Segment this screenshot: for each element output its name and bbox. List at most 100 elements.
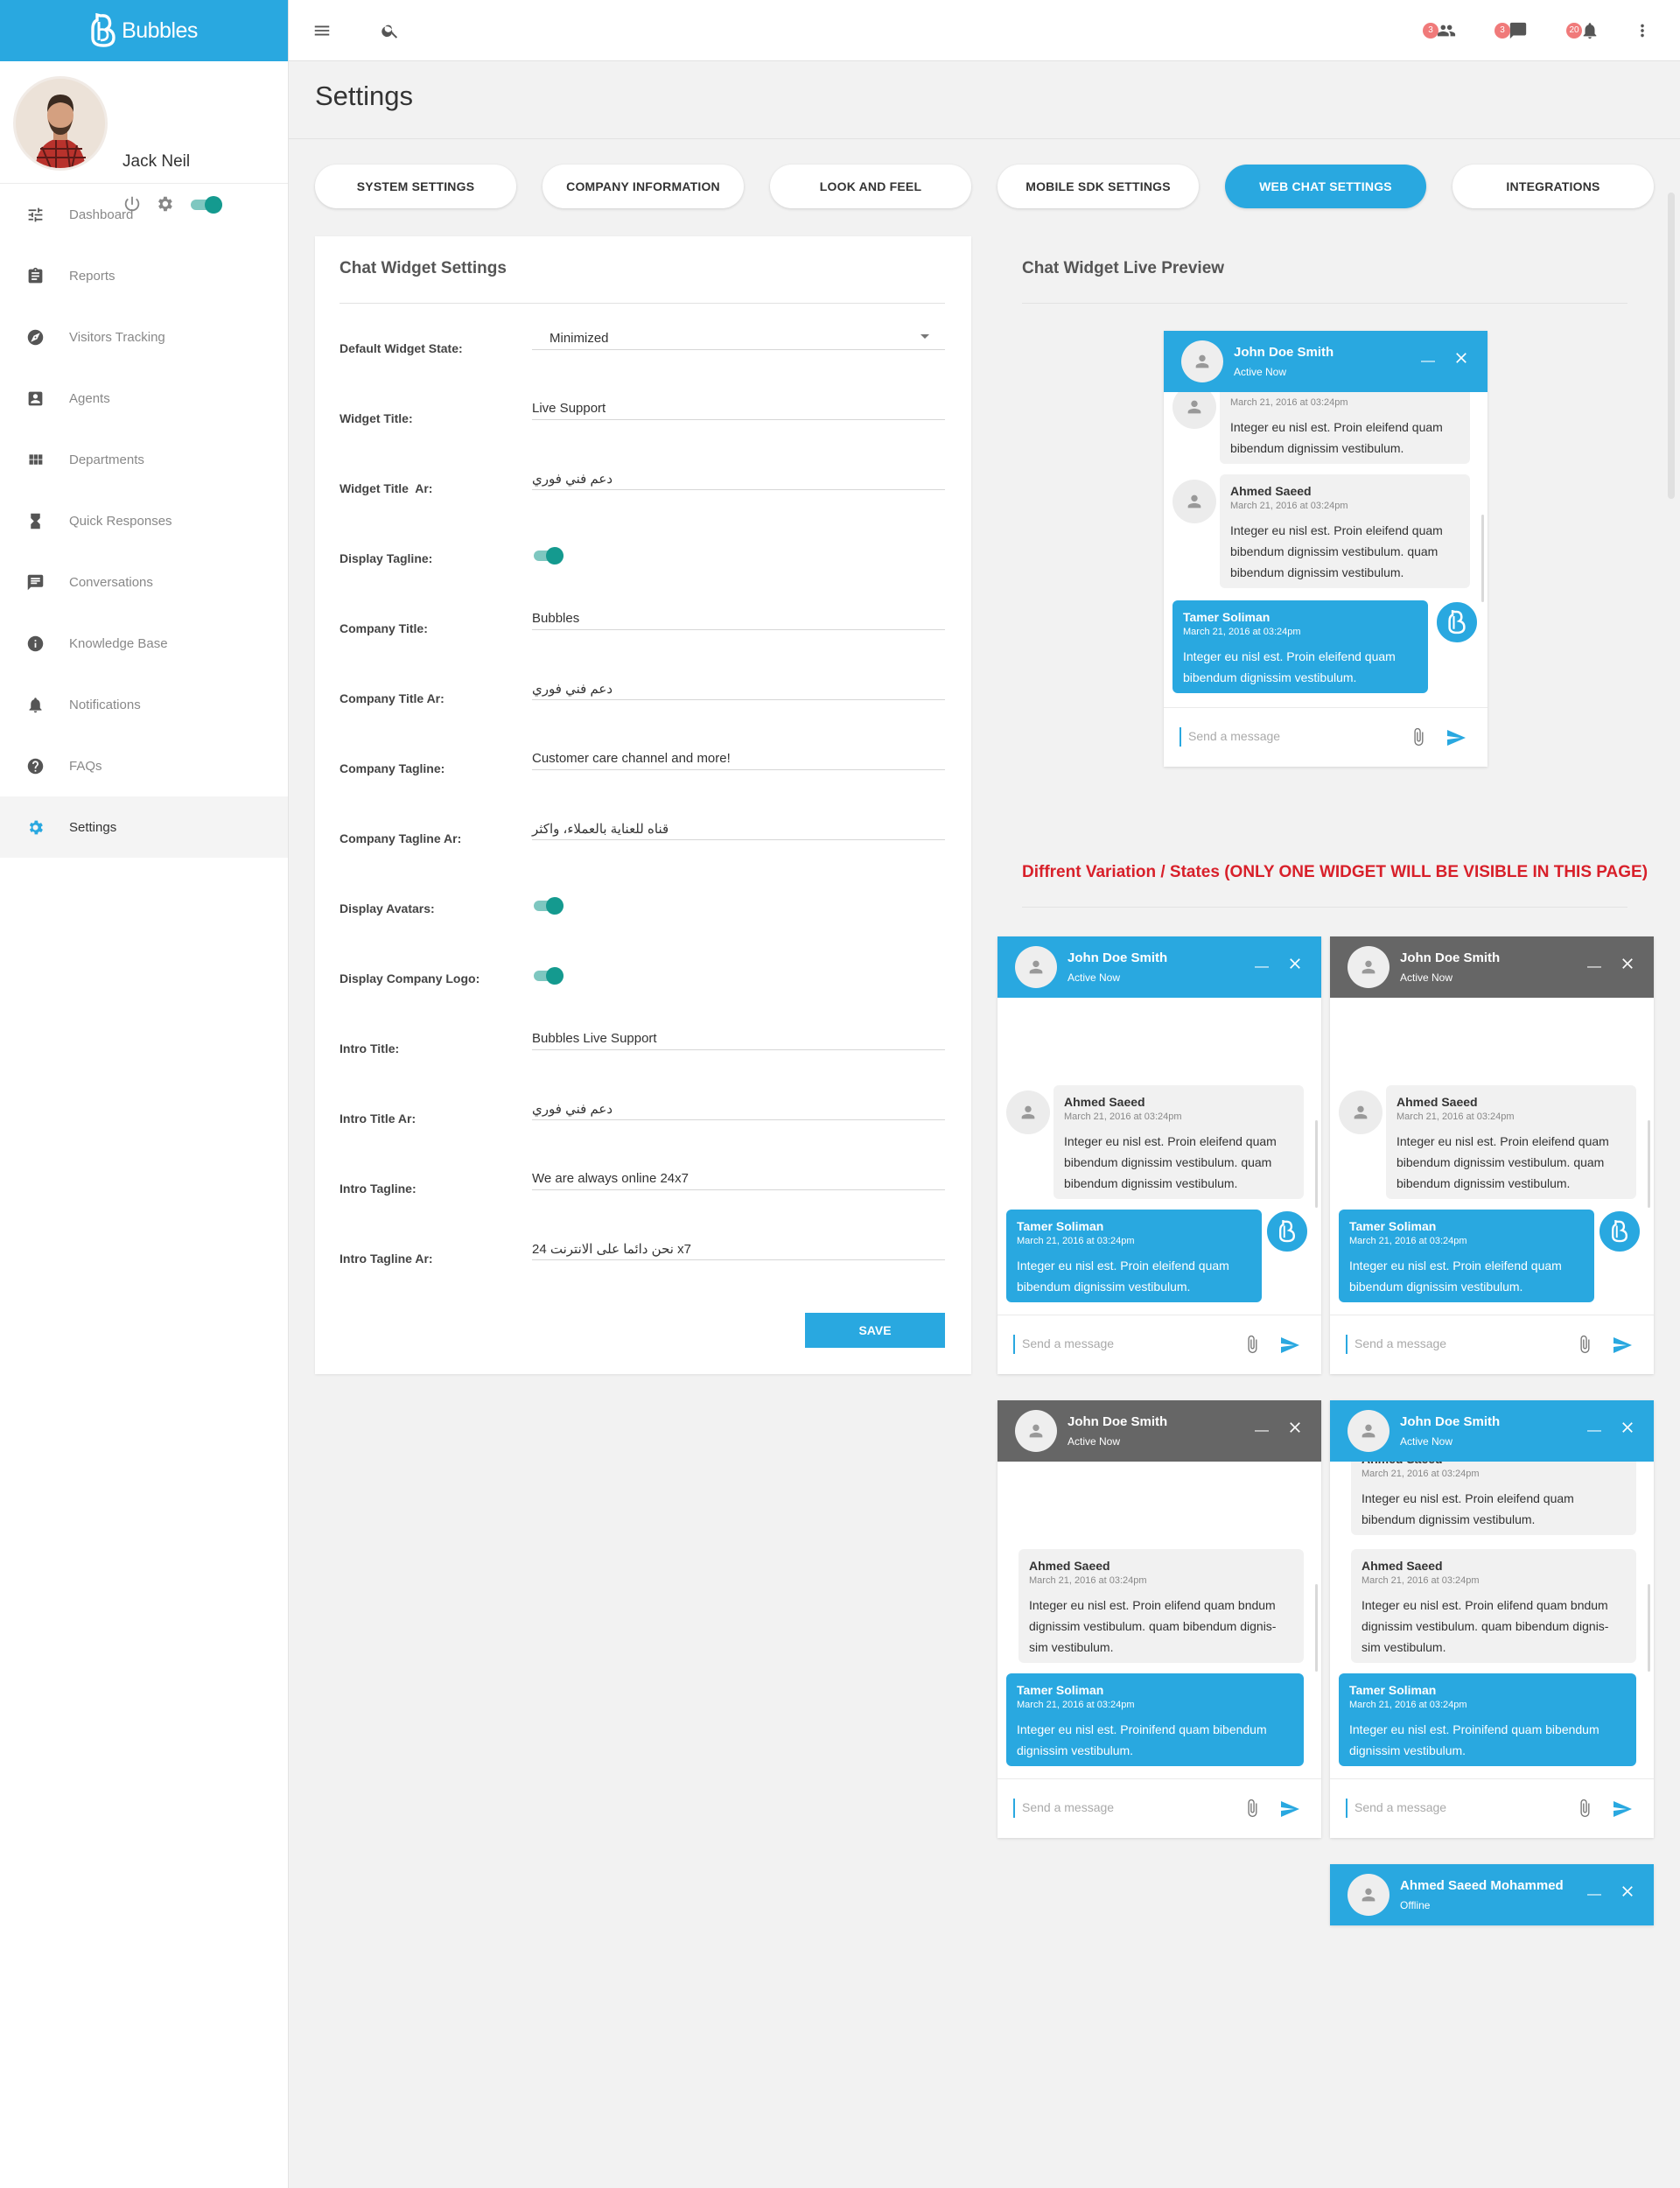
avatar[interactable]: [16, 79, 105, 168]
user-name: Jack Neil: [122, 152, 191, 171]
message-date: March 21, 2016 at 03:24pm: [1230, 397, 1348, 408]
chat-widget-settings-form: Chat Widget Settings Default Widget Stat…: [315, 236, 971, 1374]
form-title: Chat Widget Settings: [340, 259, 507, 277]
text-caret: [1180, 727, 1181, 747]
agent-status: Active Now: [1068, 1435, 1121, 1448]
message-input[interactable]: Send a message: [1022, 1336, 1114, 1350]
sidebar-item-agents[interactable]: Agents: [0, 368, 288, 429]
intro-tagline-row: Intro Tagline: We are always online 24x7: [340, 1155, 945, 1208]
message-list: Ahmed Saeed March 21, 2016 at 03:24pm Inte…: [1330, 998, 1654, 1315]
message-input[interactable]: Send a message: [1188, 729, 1280, 743]
sidebar: Bubbles Jack Neil Dashboard Reports Visi…: [0, 0, 289, 2188]
minimize-button[interactable]: —: [1255, 1421, 1269, 1441]
sidebar-item-reports[interactable]: Reports: [0, 245, 288, 306]
send-icon[interactable]: [1612, 1799, 1633, 1820]
attach-icon[interactable]: [1575, 1799, 1594, 1818]
tab-system-settings[interactable]: SYSTEM SETTINGS: [315, 165, 516, 208]
send-icon[interactable]: [1612, 1335, 1633, 1356]
scrollbar[interactable]: [1481, 515, 1484, 602]
message-bubble: Ahmed Saeed March 21, 2016 at 03:24pm Inte…: [1386, 1085, 1636, 1199]
close-icon[interactable]: [1286, 1419, 1304, 1436]
display-tagline-row: Display Tagline:: [340, 525, 945, 578]
minimize-button[interactable]: —: [1421, 352, 1435, 371]
field-label: Widget Title Ar:: [340, 481, 433, 495]
default-widget-state-select[interactable]: Minimized: [532, 315, 945, 350]
message-composer: Send a message: [1164, 707, 1488, 767]
minimize-button[interactable]: —: [1587, 1885, 1601, 1904]
messages-button[interactable]: 3: [1494, 21, 1527, 40]
save-button[interactable]: SAVE: [805, 1313, 945, 1348]
close-icon[interactable]: [1286, 955, 1304, 972]
send-icon[interactable]: [1279, 1799, 1300, 1820]
tab-mobile-sdk-settings[interactable]: MOBILE SDK SETTINGS: [998, 165, 1199, 208]
attach-icon[interactable]: [1575, 1335, 1594, 1354]
message-bubble-own: Tamer Soliman March 21, 2016 at 03:24pm In…: [1339, 1673, 1636, 1766]
scrollbar[interactable]: [1315, 1584, 1318, 1672]
menu-icon[interactable]: [312, 21, 332, 40]
intro-title-input[interactable]: Bubbles Live Support: [532, 1015, 945, 1050]
widget-title-ar-input[interactable]: دعم فني فوري: [532, 455, 945, 490]
sidebar-item-visitors-tracking[interactable]: Visitors Tracking: [0, 306, 288, 368]
scrollbar[interactable]: [1648, 1120, 1650, 1208]
minimize-button[interactable]: —: [1255, 957, 1269, 977]
close-icon[interactable]: [1619, 1419, 1636, 1436]
widget-title-input[interactable]: Live Support: [532, 385, 945, 420]
intro-tagline-ar-input[interactable]: 24 نحن دائما على الانترنت x7: [532, 1225, 945, 1260]
message-input[interactable]: Send a message: [1354, 1336, 1446, 1350]
sidebar-item-settings[interactable]: Settings: [0, 796, 288, 858]
sidebar-item-quick-responses[interactable]: Quick Responses: [0, 490, 288, 551]
search-icon[interactable]: [381, 21, 400, 40]
attach-icon[interactable]: [1242, 1799, 1262, 1818]
message-date: March 21, 2016 at 03:24pm: [1064, 1112, 1182, 1122]
scrollbar[interactable]: [1315, 1120, 1318, 1208]
bubbles-logo-icon: [1278, 1220, 1296, 1243]
message-date: March 21, 2016 at 03:24pm: [1029, 1575, 1147, 1586]
display-company-logo-toggle[interactable]: [534, 965, 565, 985]
notifications-button[interactable]: 20: [1566, 21, 1597, 40]
close-icon[interactable]: [1619, 1883, 1636, 1900]
brand-logo[interactable]: Bubbles: [0, 0, 288, 61]
agent-name: Ahmed Saeed Mohammed: [1400, 1878, 1564, 1893]
send-icon[interactable]: [1279, 1335, 1300, 1356]
message-input[interactable]: Send a message: [1354, 1800, 1446, 1814]
company-title-input[interactable]: Bubbles: [532, 595, 945, 630]
sidebar-item-conversations[interactable]: Conversations: [0, 551, 288, 613]
visitors-button[interactable]: 3: [1423, 21, 1456, 40]
power-icon[interactable]: [122, 194, 142, 214]
close-icon[interactable]: [1619, 955, 1636, 972]
tab-company-information[interactable]: COMPANY INFORMATION: [542, 165, 744, 208]
widget-header: John Doe Smith Active Now —: [1164, 331, 1488, 392]
attach-icon[interactable]: [1409, 727, 1428, 747]
tab-web-chat-settings[interactable]: WEB CHAT SETTINGS: [1225, 165, 1426, 208]
tab-look-and-feel[interactable]: LOOK AND FEEL: [770, 165, 971, 208]
message-input[interactable]: Send a message: [1022, 1800, 1114, 1814]
scrollbar[interactable]: [1648, 1584, 1650, 1672]
tab-integrations[interactable]: INTEGRATIONS: [1452, 165, 1654, 208]
send-icon[interactable]: [1446, 727, 1466, 748]
intro-title-ar-input[interactable]: دعم فني فوري: [532, 1085, 945, 1120]
minimize-button[interactable]: —: [1587, 1421, 1601, 1441]
sidebar-item-faqs[interactable]: FAQs: [0, 735, 288, 796]
sidebar-item-dashboard[interactable]: Dashboard: [0, 184, 288, 245]
page-scrollbar[interactable]: [1668, 193, 1675, 499]
gear-icon[interactable]: [155, 194, 174, 214]
sidebar-item-knowledge-base[interactable]: Knowledge Base: [0, 613, 288, 674]
status-toggle[interactable]: [189, 195, 224, 214]
company-tagline-ar-input[interactable]: قناه للعناية بالعملاء، واكثر: [532, 805, 945, 840]
display-tagline-toggle[interactable]: [534, 545, 565, 565]
attach-icon[interactable]: [1242, 1335, 1262, 1354]
sidebar-item-notifications[interactable]: Notifications: [0, 674, 288, 735]
message-date: March 21, 2016 at 03:24pm: [1362, 1575, 1480, 1586]
minimize-button[interactable]: —: [1587, 957, 1601, 977]
more-vert-icon[interactable]: [1633, 21, 1652, 40]
display-avatars-toggle[interactable]: [534, 895, 565, 915]
sender-name: Tamer Soliman: [1017, 1219, 1104, 1233]
sidebar-item-label: Knowledge Base: [69, 635, 168, 651]
company-tagline-input[interactable]: Customer care channel and more!: [532, 735, 945, 770]
chat-widget-variant: John Doe Smith Active Now — Ahmed Saeed Marc…: [1330, 936, 1654, 1374]
close-icon[interactable]: [1452, 349, 1470, 367]
company-title-ar-input[interactable]: دعم فني فوري: [532, 665, 945, 700]
message-date: March 21, 2016 at 03:24pm: [1362, 1469, 1480, 1479]
sidebar-item-departments[interactable]: Departments: [0, 429, 288, 490]
intro-tagline-input[interactable]: We are always online 24x7: [532, 1155, 945, 1190]
